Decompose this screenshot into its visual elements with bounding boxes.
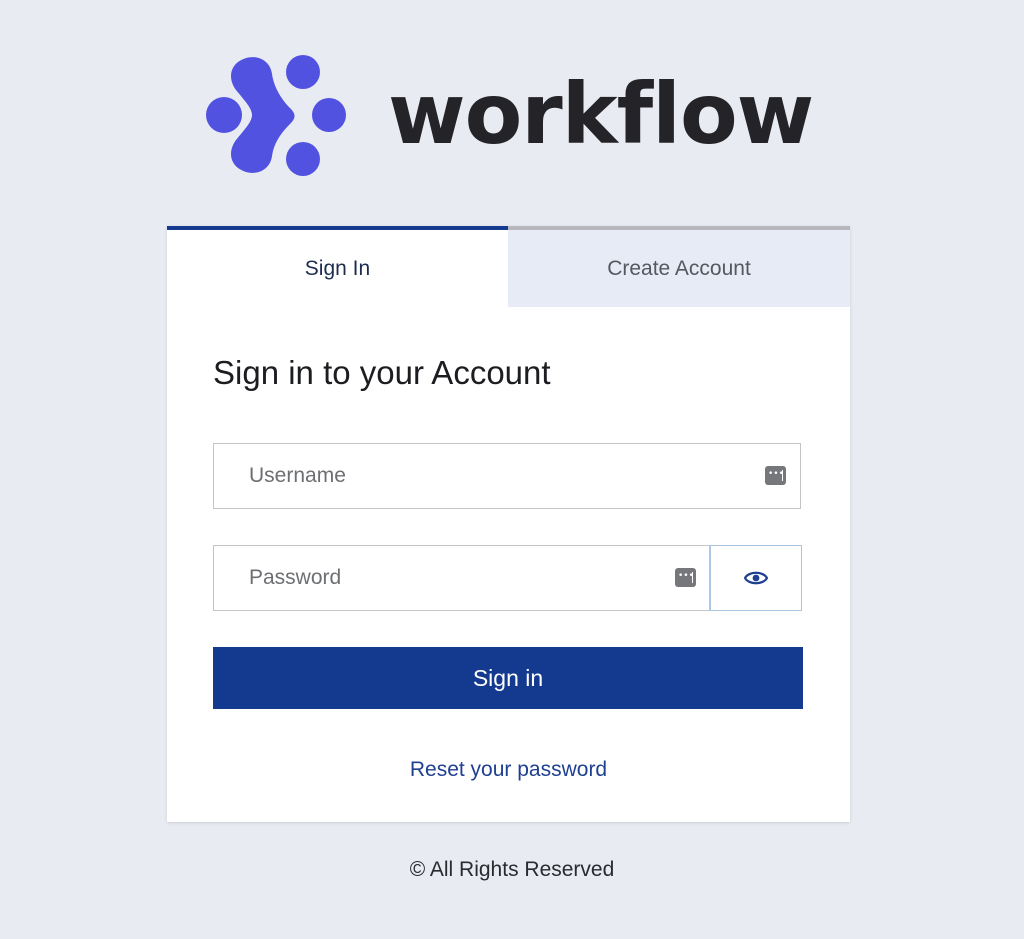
password-input[interactable] [214,546,709,610]
header-logo: workflow [0,0,1024,200]
username-field-wrap: ••• [213,443,801,509]
tab-sign-in[interactable]: Sign In [167,226,508,307]
brand-name: workflow [388,65,814,163]
auth-tabs: Sign In Create Account [167,226,850,307]
tab-create-account[interactable]: Create Account [508,226,850,307]
reset-password-link[interactable]: Reset your password [167,758,850,782]
form-heading: Sign in to your Account [213,354,551,391]
footer-copyright: © All Rights Reserved [409,858,615,881]
password-manager-icon[interactable]: ••• [675,568,696,587]
password-field-wrap: ••• [213,545,710,611]
toggle-password-visibility-button[interactable] [710,545,802,611]
username-input[interactable] [214,444,800,508]
sign-in-button[interactable]: Sign in [213,647,803,709]
login-card: Sign In Create Account Sign in to your A… [167,226,850,822]
workflow-dots-logo-icon [206,55,346,176]
eye-icon [744,571,768,585]
password-manager-icon[interactable]: ••• [765,466,786,485]
